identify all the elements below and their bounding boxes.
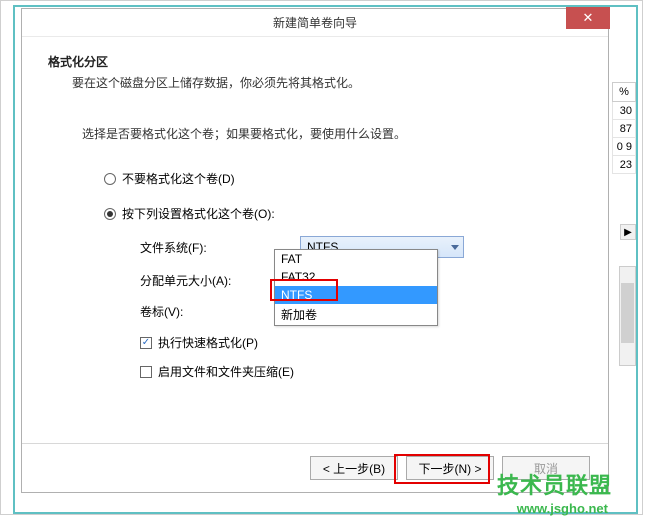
separator — [22, 443, 608, 444]
checkbox-icon — [140, 366, 152, 378]
check-quick-format[interactable]: 执行快速格式化(P) — [140, 334, 582, 351]
watermark-url: www.jsgho.net — [517, 501, 608, 516]
description: 选择是否要格式化这个卷；如果要格式化，要使用什么设置。 — [82, 125, 582, 142]
title-bar: 新建简单卷向导 ✕ — [22, 9, 608, 37]
bg-cell: 23 — [612, 156, 636, 174]
radio-icon — [104, 173, 116, 185]
check-label: 执行快速格式化(P) — [158, 334, 258, 351]
dropdown-item-fat[interactable]: FAT — [275, 250, 437, 268]
chevron-down-icon — [451, 245, 459, 250]
radio-label: 按下列设置格式化这个卷(O): — [122, 205, 275, 222]
bg-column: % 30 87 0 9 23 — [612, 82, 636, 174]
dialog-title: 新建简单卷向导 — [273, 14, 357, 31]
wizard-dialog: 新建简单卷向导 ✕ 格式化分区 要在这个磁盘分区上储存数据，你必须先将其格式化。… — [21, 8, 609, 493]
close-button[interactable]: ✕ — [566, 7, 610, 29]
bg-cell: 30 — [612, 102, 636, 120]
radio-label: 不要格式化这个卷(D) — [122, 170, 235, 187]
section-subtext: 要在这个磁盘分区上储存数据，你必须先将其格式化。 — [72, 74, 582, 91]
dropdown-item-vol[interactable]: 新加卷 — [275, 304, 437, 325]
check-compress[interactable]: 启用文件和文件夹压缩(E) — [140, 363, 582, 380]
highlight-box-next — [394, 454, 490, 484]
back-button[interactable]: < 上一步(B) — [310, 456, 398, 480]
check-label: 启用文件和文件夹压缩(E) — [158, 363, 294, 380]
scrollbar-thumb[interactable] — [621, 283, 634, 343]
bg-cell: 0 9 — [612, 138, 636, 156]
bg-cell: 87 — [612, 120, 636, 138]
highlight-box-ntfs — [270, 279, 338, 301]
radio-no-format[interactable]: 不要格式化这个卷(D) — [104, 170, 582, 187]
watermark-title: 技术员联盟 — [497, 468, 612, 500]
section-heading: 格式化分区 — [48, 53, 582, 70]
checkbox-icon-checked — [140, 337, 152, 349]
radio-format-with[interactable]: 按下列设置格式化这个卷(O): — [104, 205, 582, 222]
scrollbar-vertical[interactable] — [619, 266, 636, 366]
scroll-right-icon[interactable]: ▶ — [620, 224, 636, 240]
radio-icon-checked — [104, 208, 116, 220]
bg-col-header: % — [612, 82, 636, 102]
